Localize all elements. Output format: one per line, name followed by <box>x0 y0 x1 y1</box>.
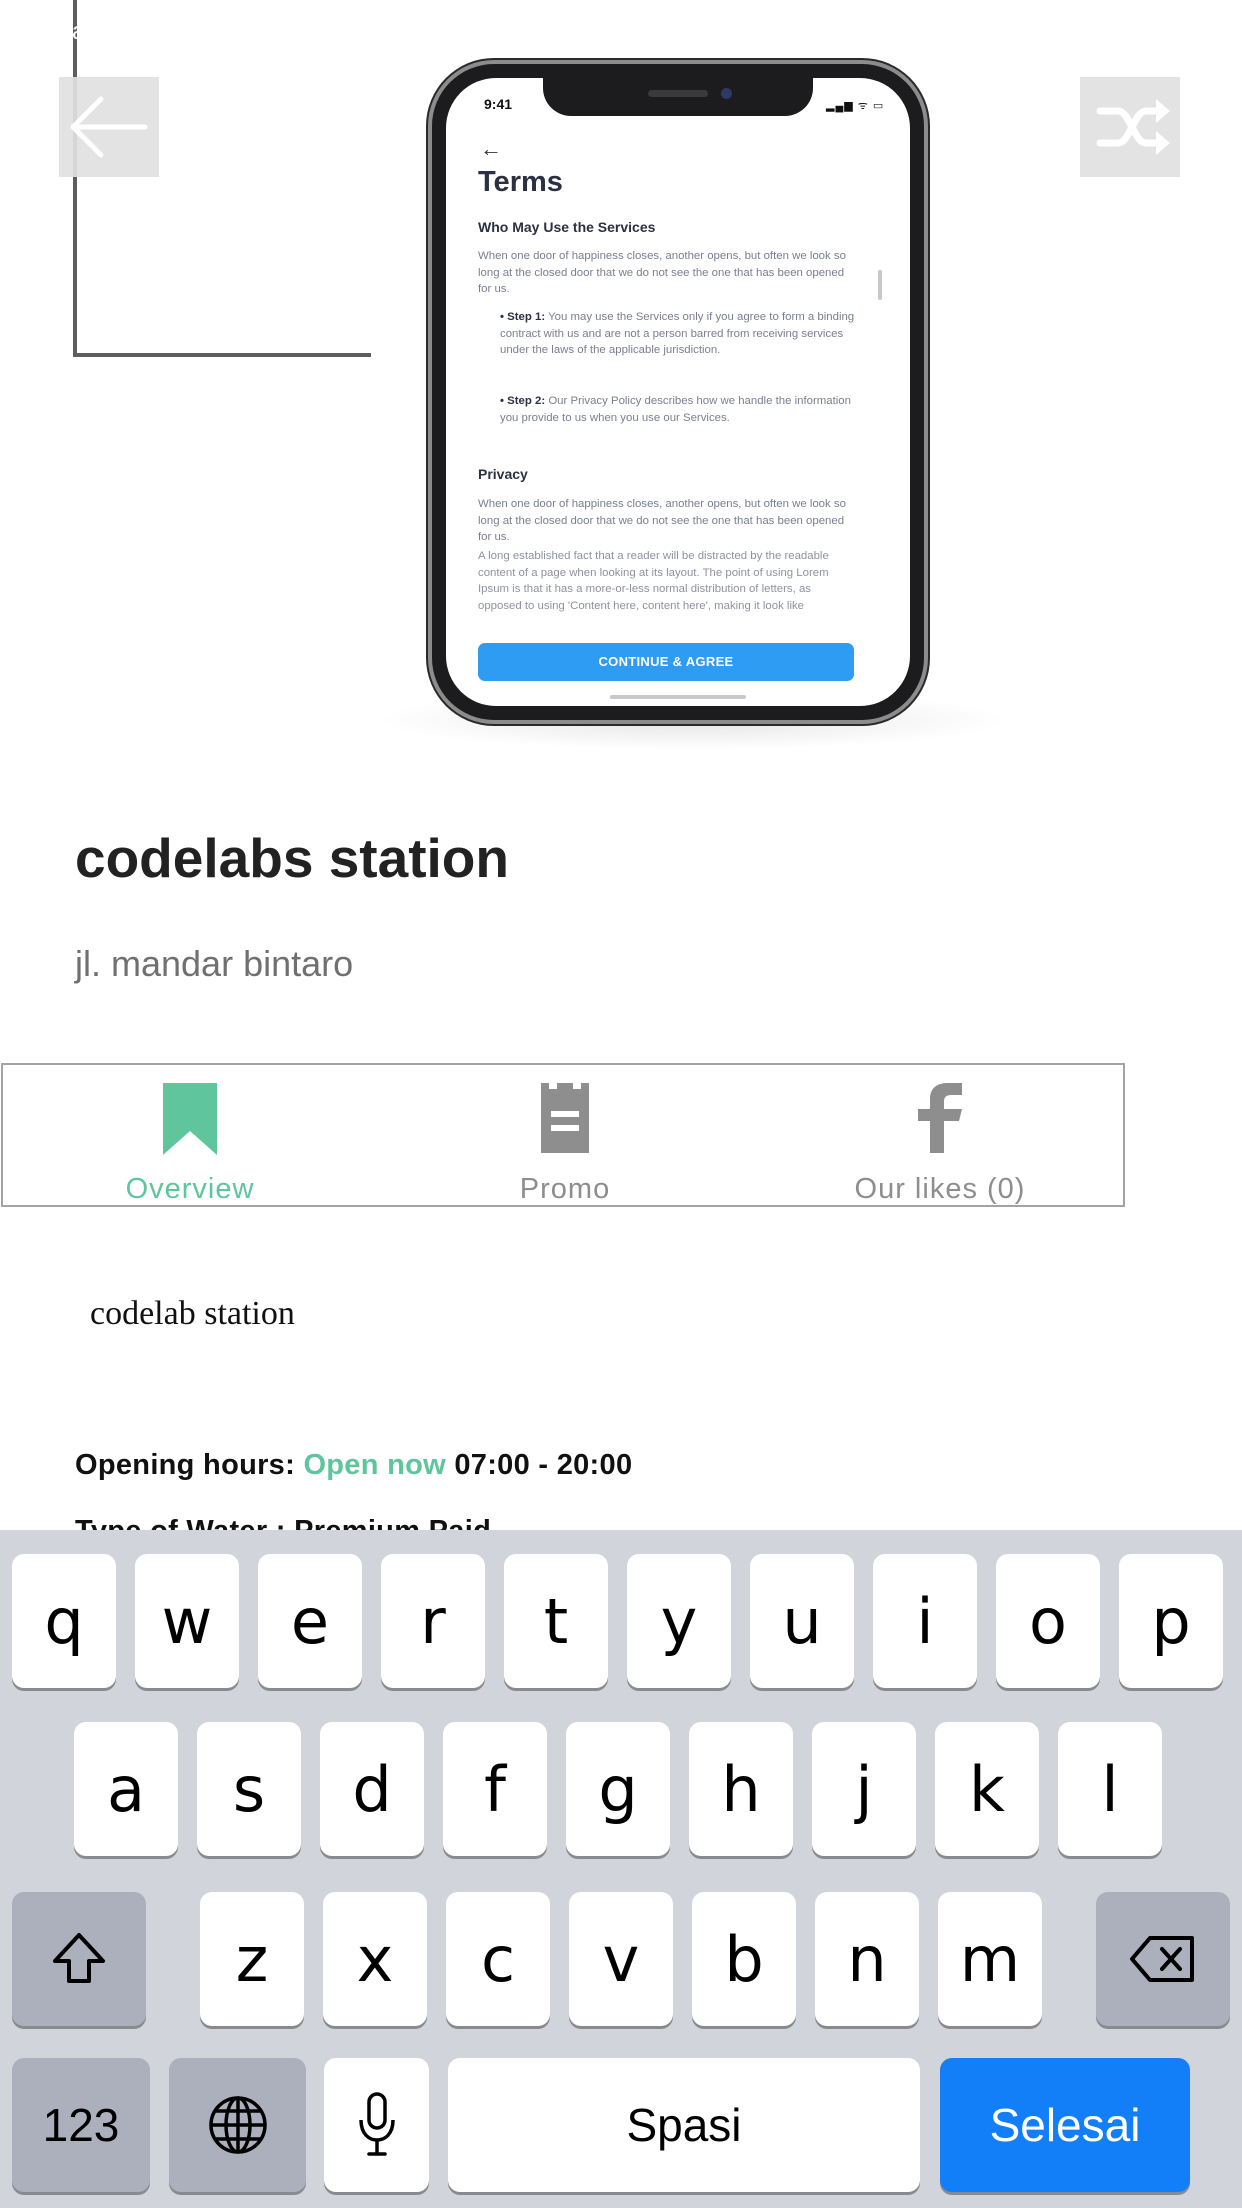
tab-our-likes-label: Our likes (0) <box>854 1173 1026 1205</box>
key-e[interactable]: e <box>258 1554 362 1688</box>
done-key[interactable]: Selesai <box>940 2058 1190 2192</box>
key-n[interactable]: n <box>815 1892 919 2026</box>
phone-speaker <box>648 90 708 97</box>
globe-icon <box>208 2096 267 2154</box>
key-m[interactable]: m <box>938 1892 1042 2026</box>
key-g[interactable]: g <box>566 1722 670 1856</box>
key-d[interactable]: d <box>320 1722 424 1856</box>
hero-image: a 9:41 ▂▄▆ ᯤ ▭ ← Terms Who May Use the S… <box>0 0 1242 770</box>
opening-hours-time: 07:00 - 20:00 <box>454 1449 633 1481</box>
key-h[interactable]: h <box>689 1722 793 1856</box>
phone-notch <box>543 78 813 116</box>
status-stray-text: a <box>72 18 86 45</box>
mockup-section-heading: Privacy <box>478 466 528 482</box>
mockup-continue-button: CONTINUE & AGREE <box>478 643 854 681</box>
key-s[interactable]: s <box>197 1722 301 1856</box>
keyboard: qwertyuiop asdfghjkl zxcvbnm 123 Spasi S… <box>0 1530 1242 2208</box>
mockup-section-heading: Who May Use the Services <box>478 219 656 235</box>
key-r[interactable]: r <box>381 1554 485 1688</box>
shuffle-icon <box>1096 99 1170 155</box>
coupon-icon <box>541 1083 589 1153</box>
numbers-key[interactable]: 123 <box>12 2058 150 2192</box>
tab-bar: Overview Promo Our likes (0) <box>1 1063 1125 1207</box>
mockup-step-2: • Step 2: Our Privacy Policy describes h… <box>500 393 856 426</box>
tab-overview[interactable]: Overview <box>3 1065 377 1205</box>
mockup-step-1-label: • Step 1: <box>500 311 546 323</box>
facebook-icon <box>918 1083 962 1153</box>
mockup-paragraph: A long established fact that a reader wi… <box>478 550 829 612</box>
mockup-step-2-label: • Step 2: <box>500 395 546 407</box>
mockup-back-icon: ← <box>480 136 502 161</box>
mockup-status-icons: ▂▄▆ ᯤ ▭ <box>826 100 885 112</box>
key-v[interactable]: v <box>569 1892 673 2026</box>
phone-screen: 9:41 ▂▄▆ ᯤ ▭ ← Terms Who May Use the Ser… <box>446 78 910 706</box>
tab-our-likes[interactable]: Our likes (0) <box>753 1065 1127 1205</box>
phone-home-indicator <box>610 695 746 699</box>
tab-overview-label: Overview <box>125 1173 255 1205</box>
microphone-icon <box>358 2092 395 2156</box>
backspace-icon <box>1130 1936 1194 1982</box>
key-f[interactable]: f <box>443 1722 547 1856</box>
key-b[interactable]: b <box>692 1892 796 2026</box>
mockup-paragraph: When one door of happiness closes, anoth… <box>478 498 846 543</box>
mockup-time: 9:41 <box>484 96 513 112</box>
shift-icon <box>53 1933 105 1983</box>
open-now-status: Open now <box>303 1449 446 1481</box>
key-o[interactable]: o <box>996 1554 1100 1688</box>
space-key[interactable]: Spasi <box>448 2058 920 2192</box>
mockup-step-2-text: Our Privacy Policy describes how we hand… <box>500 395 851 424</box>
opening-hours: Opening hours: Open now 07:00 - 20:00 <box>75 1449 632 1482</box>
key-p[interactable]: p <box>1119 1554 1223 1688</box>
image-frame-corner <box>73 0 371 357</box>
key-t[interactable]: t <box>504 1554 608 1688</box>
tab-promo-label: Promo <box>519 1173 611 1205</box>
venue-address: jl. mandar bintaro <box>75 943 354 984</box>
mockup-step-1-text: You may use the Services only if you agr… <box>500 311 855 356</box>
back-button[interactable] <box>59 77 159 177</box>
phone-side-button <box>924 214 930 302</box>
key-w[interactable]: w <box>135 1554 239 1688</box>
tab-promo[interactable]: Promo <box>378 1065 752 1205</box>
globe-key[interactable] <box>169 2058 306 2192</box>
mockup-paragraph: When one door of happiness closes, anoth… <box>478 250 846 295</box>
key-l[interactable]: l <box>1058 1722 1162 1856</box>
mockup-title: Terms <box>478 166 563 198</box>
arrow-left-icon <box>70 96 148 158</box>
shift-key[interactable] <box>12 1892 146 2026</box>
key-i[interactable]: i <box>873 1554 977 1688</box>
key-k[interactable]: k <box>935 1722 1039 1856</box>
microphone-key[interactable] <box>324 2058 429 2192</box>
key-a[interactable]: a <box>74 1722 178 1856</box>
key-z[interactable]: z <box>200 1892 304 2026</box>
phone-camera <box>721 88 732 99</box>
phone-mockup: 9:41 ▂▄▆ ᯤ ▭ ← Terms Who May Use the Ser… <box>432 64 924 720</box>
opening-hours-label: Opening hours: <box>75 1449 296 1481</box>
key-q[interactable]: q <box>12 1554 116 1688</box>
key-c[interactable]: c <box>446 1892 550 2026</box>
shuffle-button[interactable] <box>1080 77 1180 177</box>
key-u[interactable]: u <box>750 1554 854 1688</box>
venue-description: codelab station <box>90 1295 295 1332</box>
key-x[interactable]: x <box>323 1892 427 2026</box>
bookmark-icon <box>163 1083 217 1155</box>
key-y[interactable]: y <box>627 1554 731 1688</box>
key-j[interactable]: j <box>812 1722 916 1856</box>
mockup-scrollbar <box>878 270 882 300</box>
backspace-key[interactable] <box>1096 1892 1230 2026</box>
venue-title: codelabs station <box>75 827 509 889</box>
mockup-step-1: • Step 1: You may use the Services only … <box>500 309 856 359</box>
